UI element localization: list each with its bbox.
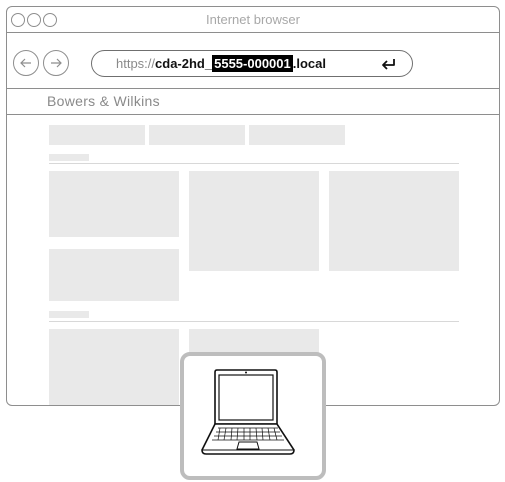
browser-window: Internet browser https://cda-2hd_ 5555-00… <box>6 6 500 406</box>
return-icon[interactable] <box>380 57 398 71</box>
laptop-icon <box>201 369 295 455</box>
title-bar: Internet browser <box>7 7 499 33</box>
url-text[interactable]: https://cda-2hd_ 5555-000001 .local <box>116 55 326 72</box>
arrow-left-icon <box>20 58 31 68</box>
url-host: cda-2hd_ <box>155 56 213 71</box>
window-title: Internet browser <box>206 12 300 27</box>
url-suffix: .local <box>292 56 326 71</box>
section-label-placeholder-2 <box>49 311 89 318</box>
card-placeholder-5[interactable] <box>49 329 179 405</box>
stage: Internet browser https://cda-2hd_ 5555-00… <box>0 0 505 482</box>
nav-placeholder-3[interactable] <box>249 125 345 145</box>
address-bar[interactable]: https://cda-2hd_ 5555-000001 .local <box>91 50 413 77</box>
section-label-placeholder <box>49 154 89 161</box>
nav-placeholder-1[interactable] <box>49 125 145 145</box>
back-button[interactable] <box>13 50 39 76</box>
url-scheme: https:// <box>116 56 156 71</box>
section-divider <box>49 163 459 164</box>
card-placeholder-2[interactable] <box>189 171 319 271</box>
url-selected-text: 5555-000001 <box>212 55 293 72</box>
site-header: Bowers & Wilkins <box>7 89 499 115</box>
arrow-right-icon <box>51 58 62 68</box>
brand-logo[interactable]: Bowers & Wilkins <box>47 93 160 109</box>
section-divider-2 <box>49 321 459 322</box>
card-placeholder-1[interactable] <box>49 171 179 237</box>
forward-button[interactable] <box>43 50 69 76</box>
card-placeholder-3[interactable] <box>329 171 459 271</box>
card-placeholder-4[interactable] <box>49 249 179 301</box>
nav-placeholder-2[interactable] <box>149 125 245 145</box>
browser-toolbar: https://cda-2hd_ 5555-000001 .local <box>7 33 499 89</box>
device-card <box>180 352 326 480</box>
